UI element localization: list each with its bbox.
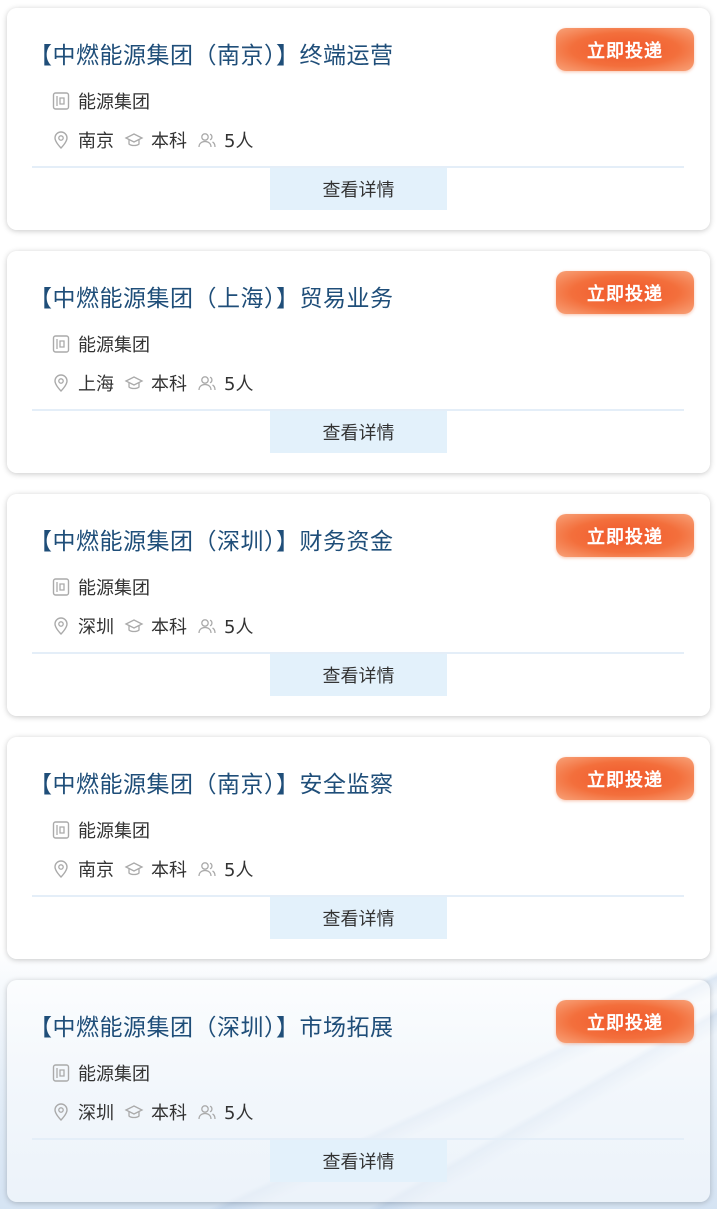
job-location: 南京 (78, 131, 114, 152)
location-pin-icon (51, 616, 71, 636)
job-headcount: 5人 (224, 1103, 254, 1124)
job-title[interactable]: 【中燃能源集团（深圳）】市场拓展 (29, 1008, 394, 1042)
job-education: 本科 (151, 860, 187, 881)
apply-button[interactable]: 立即投递 (556, 514, 694, 557)
company-icon (51, 334, 71, 354)
job-location: 深圳 (78, 617, 114, 638)
location-pin-icon (51, 859, 71, 879)
location-pin-icon (51, 1102, 71, 1122)
job-education: 本科 (151, 1103, 187, 1124)
job-education: 本科 (151, 617, 187, 638)
graduation-cap-icon (124, 1102, 144, 1122)
company-row: 能源集团 (51, 574, 150, 600)
people-icon (197, 859, 217, 879)
people-icon (197, 1102, 217, 1122)
view-details-button[interactable]: 查看详情 (270, 411, 447, 453)
company-icon (51, 820, 71, 840)
job-title[interactable]: 【中燃能源集团（南京）】终端运营 (29, 36, 394, 70)
job-location: 上海 (78, 374, 114, 395)
apply-button[interactable]: 立即投递 (556, 1000, 694, 1043)
job-title[interactable]: 【中燃能源集团（深圳）】财务资金 (29, 522, 394, 556)
location-pin-icon (51, 130, 71, 150)
company-icon (51, 1063, 71, 1083)
people-icon (197, 373, 217, 393)
job-headcount: 5人 (224, 860, 254, 881)
job-education: 本科 (151, 374, 187, 395)
meta-row: 南京 本科 5人 (51, 856, 253, 882)
view-details-button[interactable]: 查看详情 (270, 1140, 447, 1182)
company-icon (51, 577, 71, 597)
job-title[interactable]: 【中燃能源集团（南京）】安全监察 (29, 765, 394, 799)
job-headcount: 5人 (224, 617, 254, 638)
job-education: 本科 (151, 131, 187, 152)
company-name: 能源集团 (78, 1064, 150, 1085)
company-icon (51, 91, 71, 111)
company-row: 能源集团 (51, 331, 150, 357)
company-name: 能源集团 (78, 335, 150, 356)
job-title[interactable]: 【中燃能源集团（上海）】贸易业务 (29, 279, 394, 313)
graduation-cap-icon (124, 130, 144, 150)
apply-button[interactable]: 立即投递 (556, 271, 694, 314)
company-row: 能源集团 (51, 1060, 150, 1086)
location-pin-icon (51, 373, 71, 393)
job-card: 【中燃能源集团（南京）】终端运营 立即投递 能源集团 南京 本科 5人 查看详情 (7, 8, 710, 230)
people-icon (197, 616, 217, 636)
company-name: 能源集团 (78, 92, 150, 113)
apply-button[interactable]: 立即投递 (556, 28, 694, 71)
job-card: 【中燃能源集团（深圳）】市场拓展 立即投递 能源集团 深圳 本科 5人 查看详情 (7, 980, 710, 1202)
job-card: 【中燃能源集团（上海）】贸易业务 立即投递 能源集团 上海 本科 5人 查看详情 (7, 251, 710, 473)
meta-row: 上海 本科 5人 (51, 370, 253, 396)
people-icon (197, 130, 217, 150)
meta-row: 深圳 本科 5人 (51, 613, 253, 639)
graduation-cap-icon (124, 373, 144, 393)
view-details-button[interactable]: 查看详情 (270, 168, 447, 210)
job-card: 【中燃能源集团（南京）】安全监察 立即投递 能源集团 南京 本科 5人 查看详情 (7, 737, 710, 959)
job-location: 深圳 (78, 1103, 114, 1124)
job-location: 南京 (78, 860, 114, 881)
company-name: 能源集团 (78, 578, 150, 599)
company-name: 能源集团 (78, 821, 150, 842)
graduation-cap-icon (124, 859, 144, 879)
company-row: 能源集团 (51, 88, 150, 114)
graduation-cap-icon (124, 616, 144, 636)
company-row: 能源集团 (51, 817, 150, 843)
job-headcount: 5人 (224, 374, 254, 395)
view-details-button[interactable]: 查看详情 (270, 897, 447, 939)
meta-row: 南京 本科 5人 (51, 127, 253, 153)
view-details-button[interactable]: 查看详情 (270, 654, 447, 696)
job-headcount: 5人 (224, 131, 254, 152)
job-card: 【中燃能源集团（深圳）】财务资金 立即投递 能源集团 深圳 本科 5人 查看详情 (7, 494, 710, 716)
meta-row: 深圳 本科 5人 (51, 1099, 253, 1125)
apply-button[interactable]: 立即投递 (556, 757, 694, 800)
